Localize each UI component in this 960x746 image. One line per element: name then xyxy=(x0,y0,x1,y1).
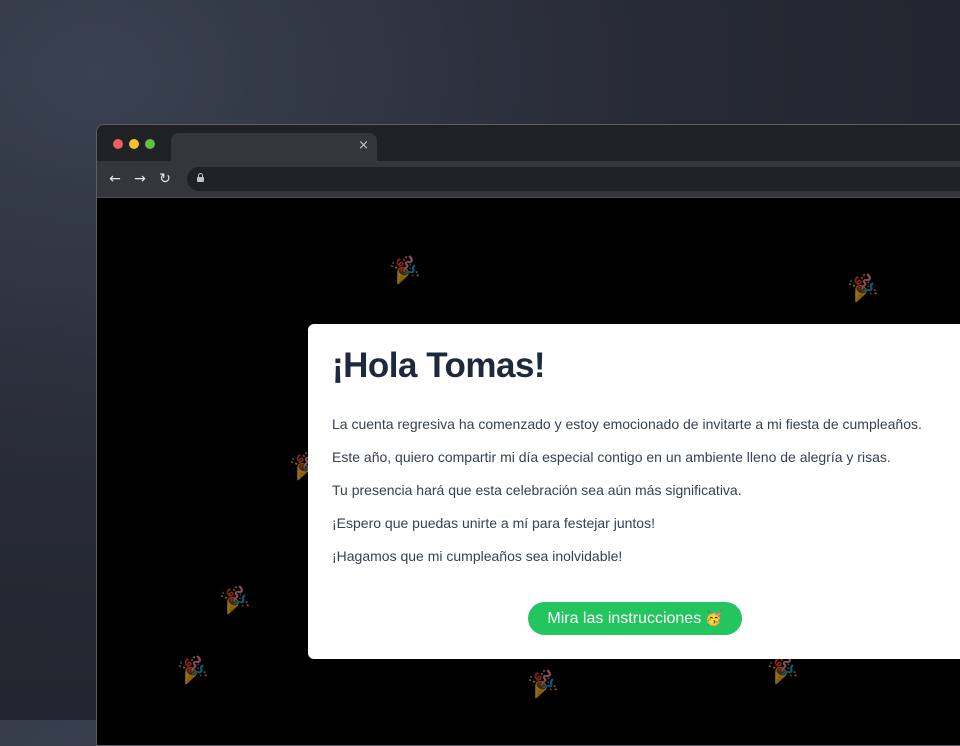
minimize-window-button[interactable] xyxy=(129,139,139,149)
party-popper-icon: 🎉 xyxy=(387,254,422,287)
tab-close-icon[interactable]: × xyxy=(358,138,369,154)
greeting-title: ¡Hola Tomas! xyxy=(332,346,546,385)
message-paragraph: ¡Hagamos que mi cumpleaños sea inolvidab… xyxy=(332,548,623,564)
forward-arrow-icon[interactable]: → xyxy=(130,169,150,189)
message-paragraph: ¡Espero que puedas unirte a mí para fest… xyxy=(332,515,655,531)
close-window-button[interactable] xyxy=(113,139,123,149)
browser-tab[interactable]: × xyxy=(171,133,377,161)
invitation-card: ¡Hola Tomas! La cuenta regresiva ha come… xyxy=(308,324,960,659)
party-popper-icon: 🎉 xyxy=(175,654,210,687)
page-viewport: 🎉 🎉 🎉 🎉 🎉 🎉 🎉 ¡Hola Tomas! La cuenta reg… xyxy=(97,198,960,745)
message-paragraph: Este año, quiero compartir mi día especi… xyxy=(332,449,891,465)
browser-window: × ← → ↻ 🎉 🎉 🎉 🎉 🎉 🎉 🎉 ¡Hola Tomas! La cu… xyxy=(96,124,960,746)
browser-toolbar: ← → ↻ xyxy=(97,161,960,198)
partying-face-icon: 🥳 xyxy=(705,611,723,627)
back-arrow-icon[interactable]: ← xyxy=(105,169,125,189)
party-popper-icon: 🎉 xyxy=(845,272,880,305)
view-instructions-label: Mira las instrucciones xyxy=(547,610,702,627)
message-paragraph: La cuenta regresiva ha comenzado y estoy… xyxy=(332,416,922,432)
address-bar[interactable] xyxy=(187,167,960,191)
party-popper-icon: 🎉 xyxy=(525,668,560,701)
reload-icon[interactable]: ↻ xyxy=(155,169,175,189)
view-instructions-button[interactable]: Mira las instrucciones 🥳 xyxy=(528,602,742,635)
message-paragraph: Tu presencia hará que esta celebración s… xyxy=(332,482,742,498)
tab-bar: × xyxy=(97,125,960,161)
maximize-window-button[interactable] xyxy=(145,139,155,149)
lock-icon xyxy=(197,173,204,182)
party-popper-icon: 🎉 xyxy=(217,584,252,617)
